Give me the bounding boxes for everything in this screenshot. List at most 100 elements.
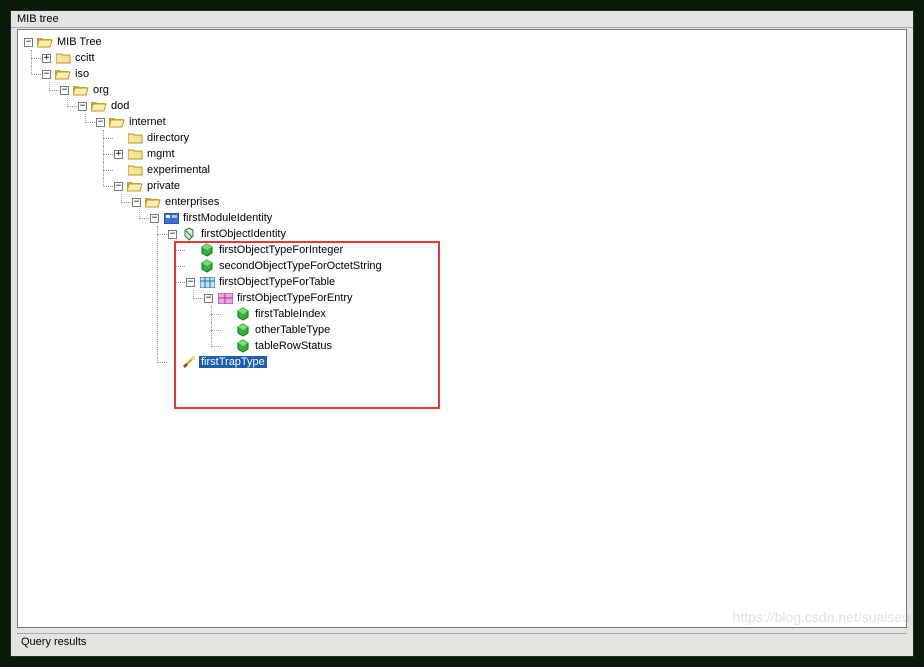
collapse-icon[interactable]: −	[60, 86, 69, 95]
folder-open-icon	[109, 115, 125, 129]
tree-node: − firstObjectTypeForEntry firstTableIndex o…	[204, 290, 902, 354]
tree-node: −MIB Tree+ccitt−iso−org−dod−internetdire…	[24, 34, 902, 370]
tree-row[interactable]: directory	[114, 130, 902, 146]
tree-node-label[interactable]: org	[91, 84, 111, 96]
query-results-title: Query results	[17, 633, 907, 650]
folder-open-icon	[55, 67, 71, 81]
object-green-icon	[199, 259, 215, 273]
tree-row[interactable]: − enterprises	[132, 194, 902, 210]
tree-row[interactable]: firstObjectTypeForInteger	[186, 242, 902, 258]
expand-icon[interactable]: +	[114, 150, 123, 159]
tree-node-label[interactable]: secondObjectTypeForOctetString	[217, 260, 384, 272]
tree-row[interactable]: otherTableType	[222, 322, 902, 338]
tree-node-label[interactable]: firstObjectTypeForEntry	[235, 292, 355, 304]
tree-row[interactable]: + ccitt	[42, 50, 902, 66]
collapse-icon[interactable]: −	[204, 294, 213, 303]
panel-title: MIB tree	[11, 11, 913, 28]
tree-node: −firstModuleIdentity−firstObjectIdentity…	[150, 210, 902, 370]
tree-row[interactable]: − iso	[42, 66, 902, 82]
tree-node-label[interactable]: mgmt	[145, 148, 177, 160]
tree-node: −dod−internetdirectory+mgmtexperimental−…	[78, 98, 902, 370]
folder-open-icon	[145, 195, 161, 209]
expand-icon[interactable]: +	[42, 54, 51, 63]
tree-node-label[interactable]: firstObjectTypeForTable	[217, 276, 337, 288]
tree-node: −org−dod−internetdirectory+mgmtexperimen…	[60, 82, 902, 370]
tree-node-label[interactable]: experimental	[145, 164, 212, 176]
folder-closed-icon	[127, 163, 143, 177]
collapse-icon[interactable]: −	[114, 182, 123, 191]
tree-node: −firstObjectTypeForTable−firstObjectType…	[186, 274, 902, 354]
tree-node-label[interactable]: ccitt	[73, 52, 97, 64]
module-icon	[163, 211, 179, 225]
collapse-icon[interactable]: −	[132, 198, 141, 207]
tree-node: + mgmt	[114, 146, 902, 162]
folder-open-icon	[37, 35, 53, 49]
tree-row[interactable]: − org	[60, 82, 902, 98]
tree-node-label[interactable]: firstModuleIdentity	[181, 212, 274, 224]
tree-row[interactable]: − private	[114, 178, 902, 194]
tree-row[interactable]: − firstModuleIdentity	[150, 210, 902, 226]
tree-node: −internetdirectory+mgmtexperimental−priv…	[96, 114, 902, 370]
tree-node-label[interactable]: firstTrapType	[199, 356, 267, 368]
tree-node: firstTrapType	[168, 354, 902, 370]
collapse-icon[interactable]: −	[96, 118, 105, 127]
object-green-icon	[199, 243, 215, 257]
trap-icon	[181, 355, 197, 369]
tree-row[interactable]: − firstObjectTypeForEntry	[204, 290, 902, 306]
tree-row[interactable]: firstTrapType	[168, 354, 902, 370]
tree-row[interactable]: − internet	[96, 114, 902, 130]
tree-node: otherTableType	[222, 322, 902, 338]
object-identity-icon	[181, 227, 197, 241]
folder-open-icon	[127, 179, 143, 193]
tree-row[interactable]: + mgmt	[114, 146, 902, 162]
object-green-icon	[235, 323, 251, 337]
tree-node-label[interactable]: internet	[127, 116, 168, 128]
tree-node-label[interactable]: directory	[145, 132, 191, 144]
tree-row[interactable]: − firstObjectTypeForTable	[186, 274, 902, 290]
tree-node: − firstObjectIdentity firstObjectTypeForIn…	[168, 226, 902, 354]
collapse-icon[interactable]: −	[186, 278, 195, 287]
tree-node: −enterprises−firstModuleIdentity−firstOb…	[132, 194, 902, 370]
tree-node-label[interactable]: private	[145, 180, 182, 192]
tree-row[interactable]: − firstObjectIdentity	[168, 226, 902, 242]
tree-node-label[interactable]: firstObjectTypeForInteger	[217, 244, 345, 256]
tree-node-label[interactable]: otherTableType	[253, 324, 332, 336]
tree-node-label[interactable]: dod	[109, 100, 131, 112]
tree-row[interactable]: tableRowStatus	[222, 338, 902, 354]
tree-node-label[interactable]: tableRowStatus	[253, 340, 334, 352]
tree-node: directory	[114, 130, 902, 146]
tree-node: firstTableIndex	[222, 306, 902, 322]
tree-row[interactable]: secondObjectTypeForOctetString	[186, 258, 902, 274]
object-green-icon	[235, 339, 251, 353]
tree-node: firstObjectTypeForInteger	[186, 242, 902, 258]
entry-icon	[217, 291, 233, 305]
object-green-icon	[235, 307, 251, 321]
folder-closed-icon	[127, 147, 143, 161]
tree-row[interactable]: experimental	[114, 162, 902, 178]
tree-node-label[interactable]: firstObjectIdentity	[199, 228, 288, 240]
folder-open-icon	[91, 99, 107, 113]
tree-node-label[interactable]: iso	[73, 68, 91, 80]
collapse-icon[interactable]: −	[150, 214, 159, 223]
mib-tree-root: −MIB Tree+ccitt−iso−org−dod−internetdire…	[18, 30, 906, 374]
folder-open-icon	[73, 83, 89, 97]
tree-node: + ccitt	[42, 50, 902, 66]
table-icon	[199, 275, 215, 289]
tree-node: −iso−org−dod−internetdirectory+mgmtexper…	[42, 66, 902, 370]
collapse-icon[interactable]: −	[42, 70, 51, 79]
tree-node-label[interactable]: enterprises	[163, 196, 221, 208]
tree-panel[interactable]: −MIB Tree+ccitt−iso−org−dod−internetdire…	[17, 29, 907, 628]
mib-tree-window: MIB tree −MIB Tree+ccitt−iso−org−dod−int…	[10, 10, 914, 657]
folder-closed-icon	[55, 51, 71, 65]
tree-row[interactable]: firstTableIndex	[222, 306, 902, 322]
collapse-icon[interactable]: −	[24, 38, 33, 47]
collapse-icon[interactable]: −	[78, 102, 87, 111]
tree-node: secondObjectTypeForOctetString	[186, 258, 902, 274]
tree-node-label[interactable]: MIB Tree	[55, 36, 104, 48]
folder-closed-icon	[127, 131, 143, 145]
tree-row[interactable]: − dod	[78, 98, 902, 114]
tree-node-label[interactable]: firstTableIndex	[253, 308, 328, 320]
collapse-icon[interactable]: −	[168, 230, 177, 239]
tree-node: experimental	[114, 162, 902, 178]
tree-row[interactable]: − MIB Tree	[24, 34, 902, 50]
